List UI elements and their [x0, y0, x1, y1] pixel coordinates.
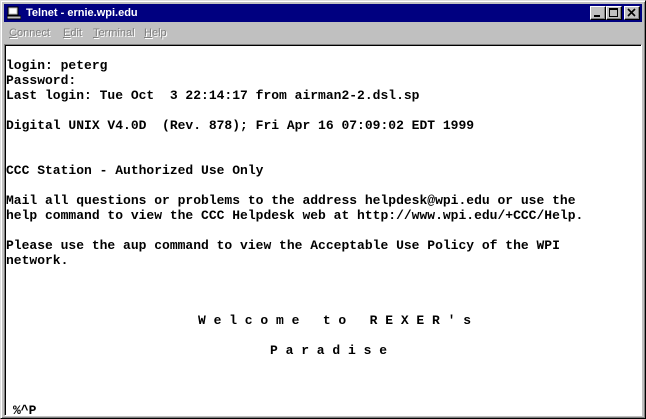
- terminal-prompt: %^P: [13, 403, 37, 416]
- window-title: Telnet - ernie.wpi.edu: [26, 7, 138, 19]
- menu-terminal[interactable]: Terminal: [93, 24, 135, 42]
- terminal-line-login: login: peterg: [6, 58, 108, 73]
- menu-help[interactable]: Help: [144, 24, 167, 42]
- terminal-line-aup-info: Please use the aup command to view the A…: [6, 238, 560, 253]
- menu-bar: Connect Edit Terminal Help: [4, 24, 642, 42]
- terminal-line-mail-info: Mail all questions or problems to the ad…: [6, 193, 576, 208]
- terminal-line-password: Password:: [6, 73, 77, 88]
- menu-connect[interactable]: Connect: [9, 24, 50, 42]
- minimize-icon: [594, 15, 600, 17]
- maximize-icon: [609, 8, 618, 17]
- title-bar[interactable]: Telnet - ernie.wpi.edu: [4, 4, 642, 22]
- terminal-line-station-notice: CCC Station - Authorized Use Only: [6, 163, 264, 178]
- terminal-line-helpdesk-info: help command to view the CCC Helpdesk we…: [6, 208, 584, 223]
- terminal-line-last-login: Last login: Tue Oct 3 22:14:17 from airm…: [6, 88, 420, 103]
- maximize-button[interactable]: [606, 6, 622, 20]
- close-button[interactable]: [624, 6, 640, 20]
- terminal-line-welcome: W e l c o m e t o R E X E R ' s: [198, 313, 472, 328]
- telnet-window: Telnet - ernie.wpi.edu Connect Edit Term…: [0, 0, 646, 419]
- terminal-line-paradise: P a r a d i s e: [270, 343, 388, 358]
- terminal-line-os-version: Digital UNIX V4.0D (Rev. 878); Fri Apr 1…: [6, 118, 475, 133]
- close-icon: [627, 8, 636, 17]
- terminal-screen[interactable]: login: peterg Password: Last login: Tue …: [4, 44, 642, 416]
- menu-edit[interactable]: Edit: [63, 24, 82, 42]
- terminal-line-network: network.: [6, 253, 69, 268]
- minimize-button[interactable]: [590, 6, 606, 20]
- telnet-app-icon[interactable]: [6, 6, 22, 20]
